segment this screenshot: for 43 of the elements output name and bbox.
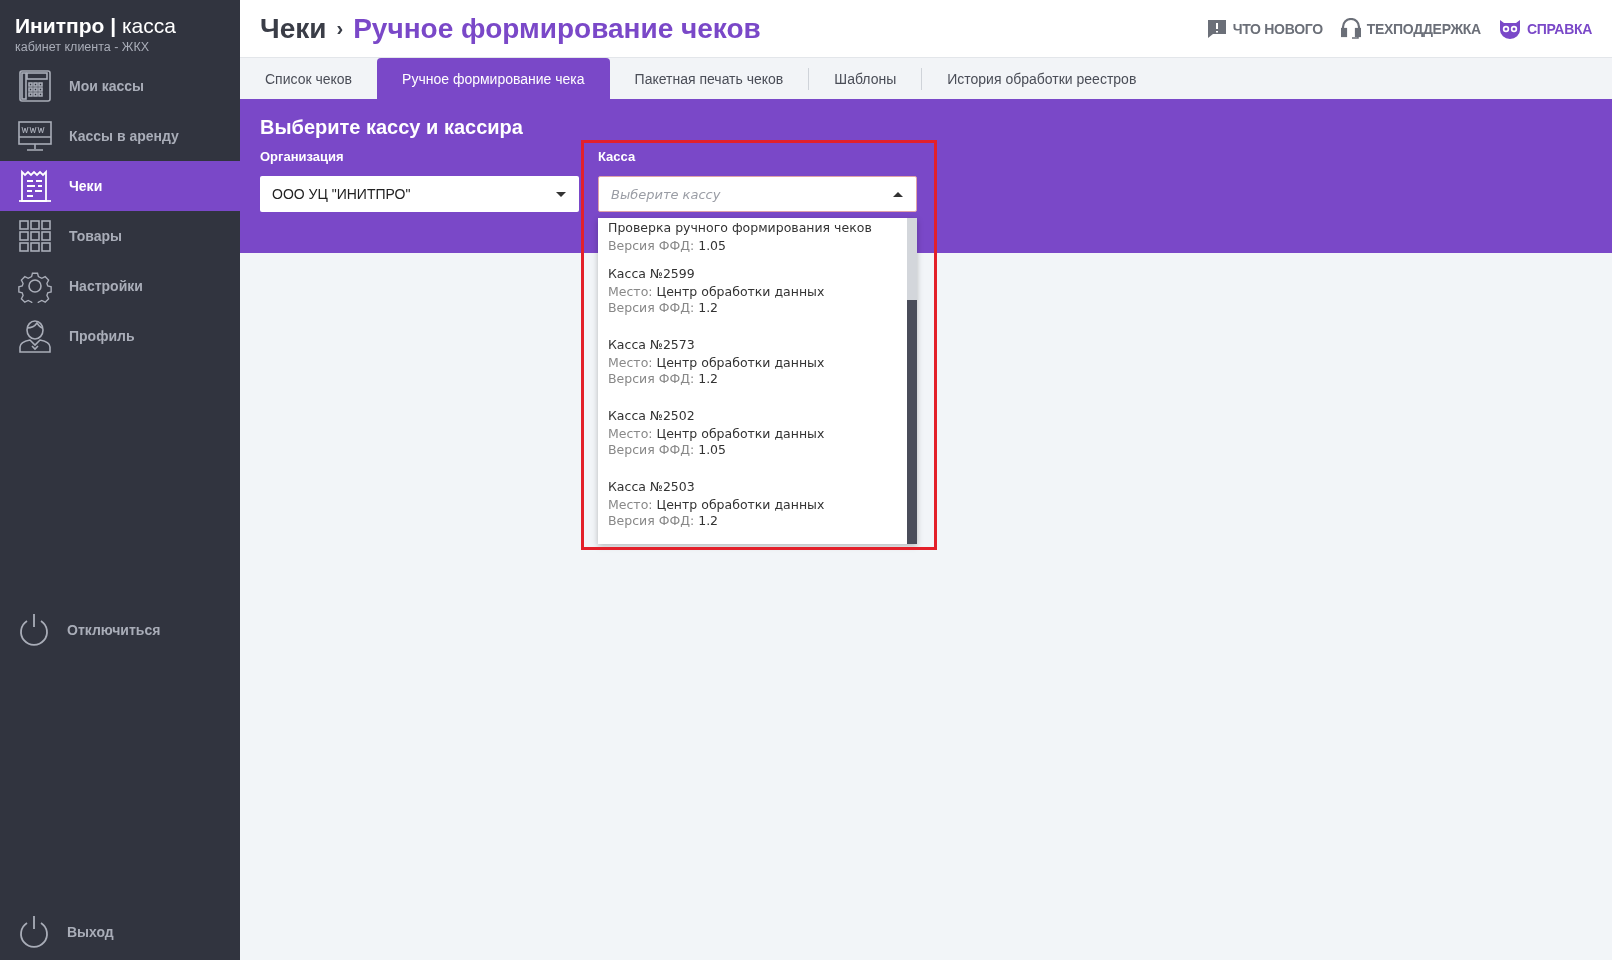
dropdown-option[interactable]: Касса №2503 Место: Центр обработки данных Версия ФФД: 1.2 bbox=[608, 477, 907, 544]
dropdown-option[interactable]: Касса №2502 Место: Центр обработки данных Версия ФФД: 1.05 bbox=[608, 406, 907, 477]
breadcrumb-link[interactable]: Чеки bbox=[260, 12, 327, 45]
dropdown-option[interactable]: Касса №2599 Место: Центр обработки данных Версия ФФД: 1.2 bbox=[608, 264, 907, 335]
tab[interactable]: Шаблоны bbox=[809, 58, 922, 99]
tab[interactable]: Пакетная печать чеков bbox=[609, 58, 809, 99]
sidebar-item[interactable]: Выход bbox=[0, 907, 240, 957]
grid-icon bbox=[18, 219, 52, 253]
tab[interactable]: Список чеков bbox=[240, 58, 378, 99]
sidebar-item[interactable]: Кассы в аренду bbox=[0, 111, 240, 161]
dropdown-option[interactable]: Проверка ручного формирования чеков Версия ФФД: 1.05 bbox=[608, 218, 907, 264]
cash-register-icon bbox=[18, 69, 52, 103]
tab[interactable]: История обработки реестров bbox=[922, 58, 1162, 99]
power-icon bbox=[18, 613, 50, 647]
field-label: Организация bbox=[260, 149, 345, 165]
page-title: Ручное формирование чеков bbox=[353, 12, 761, 45]
tab[interactable]: Ручное формирование чека bbox=[377, 58, 610, 99]
receipt-icon bbox=[18, 169, 52, 203]
message-alert-icon bbox=[1206, 18, 1227, 39]
header-link[interactable]: СПРАВКА bbox=[1498, 18, 1592, 39]
owl-icon bbox=[1498, 18, 1521, 39]
caret-icon bbox=[555, 190, 567, 198]
dropdown-option[interactable]: Касса №2573 Место: Центр обработки данных Версия ФФД: 1.2 bbox=[608, 335, 907, 406]
sidebar-item[interactable]: Профиль bbox=[0, 311, 240, 361]
section-title: Выберите кассу и кассира bbox=[260, 115, 524, 139]
caret-icon bbox=[892, 190, 904, 198]
organization-select[interactable]: ООО УЦ "ИНИТПРО" bbox=[260, 176, 579, 212]
headset-icon bbox=[1340, 17, 1361, 40]
brand-logo: Инитпро | касса bbox=[15, 14, 177, 38]
sidebar-item[interactable]: Чеки bbox=[0, 161, 240, 211]
power-icon bbox=[18, 915, 50, 949]
header-link[interactable]: ЧТО НОВОГО bbox=[1206, 18, 1323, 39]
sidebar-item[interactable]: Мои кассы bbox=[0, 61, 240, 111]
brand-subtitle: кабинет клиента - ЖКХ bbox=[15, 40, 151, 54]
user-icon bbox=[18, 319, 52, 353]
field-label: Касса bbox=[598, 149, 637, 165]
scrollbar[interactable] bbox=[907, 218, 917, 544]
header-link[interactable]: ТЕХПОДДЕРЖКА bbox=[1340, 17, 1481, 40]
sidebar-item[interactable]: Настройки bbox=[0, 261, 240, 311]
monitor-icon bbox=[18, 119, 52, 153]
sidebar-item[interactable]: Товары bbox=[0, 211, 240, 261]
breadcrumb-separator: › bbox=[336, 17, 344, 40]
sidebar-item[interactable]: Отключиться bbox=[0, 605, 240, 655]
